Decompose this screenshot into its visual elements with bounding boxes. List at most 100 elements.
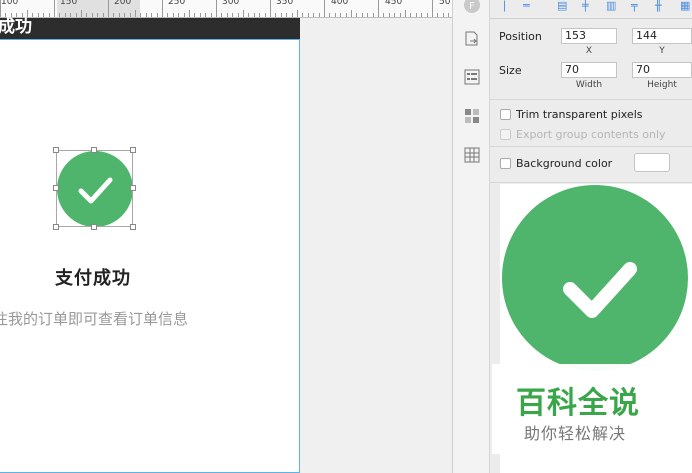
height-label: Height [647,80,677,90]
ruler-tick [346,13,347,17]
background-color-swatch[interactable] [634,153,670,172]
align-middle-icon[interactable]: ╫ [655,0,667,12]
ruler-tick [146,13,147,17]
resize-handle[interactable] [91,147,97,153]
ruler-tick [427,13,428,17]
alignment-toolbar: ❘ ═ ▤ ╪ ▥ ╤ ╫ ▦ [490,0,692,19]
align-bottom-icon[interactable]: ▦ [680,0,692,12]
ruler-tick [383,13,384,17]
ruler-label: 400 [331,0,349,7]
svg-text:F: F [469,1,475,12]
layers-icon[interactable] [464,108,480,124]
ruler-tick [103,13,104,17]
ruler-tick [54,0,55,17]
ruler-tick [130,13,131,17]
preview-check-icon [502,185,688,371]
ruler-tick [308,13,309,17]
ruler-tick [286,13,287,17]
ruler-tick [416,13,417,17]
horizontal-ruler[interactable]: 100 150 200 250 300 350 400 450 50 [0,0,452,18]
ruler-tick [259,13,260,17]
x-label: X [585,46,593,56]
resize-handle[interactable] [130,147,136,153]
ruler-tick [38,13,39,17]
ruler-tick [340,13,341,17]
ruler-tick [194,13,195,17]
watermark-title: 百科全说 [516,386,640,421]
size-label: Size [499,64,522,77]
ruler-tick [221,13,222,17]
resize-handle[interactable] [130,185,136,191]
ruler-label: 450 [385,0,403,7]
ruler-tick [367,13,368,17]
ruler-tick [189,10,190,17]
ruler-tick [173,13,174,17]
ruler-tick [243,10,244,17]
ruler-label: 200 [114,0,132,7]
ruler-tick [405,10,406,17]
export-group-checkbox[interactable] [500,129,511,140]
ruler-tick [227,13,228,17]
ruler-tick [265,13,266,17]
ruler-tick [400,13,401,17]
position-label: Position [499,30,542,43]
background-color-checkbox[interactable] [500,158,511,169]
ruler-tick [362,13,363,17]
artboard-title: 成功 [0,17,32,37]
trim-transparent-checkbox[interactable] [500,109,511,120]
divider [490,146,692,147]
ruler-tick [302,13,303,17]
ruler-tick [178,13,179,17]
ruler-tick [432,0,433,17]
y-label: Y [659,46,665,56]
height-input[interactable]: 70 [632,62,692,78]
ruler-tick [216,0,217,17]
grid-icon[interactable] [464,147,480,163]
align-center-icon[interactable]: ═ [523,0,535,12]
ruler-tick [356,13,357,17]
ruler-tick [43,13,44,17]
distribute-right-icon[interactable]: ▥ [606,0,618,12]
align-left-icon[interactable]: ❘ [500,0,512,12]
divider [490,182,692,183]
artboard-title-bar: 成功 [0,17,300,39]
ruler-tick [119,13,120,17]
ruler-label: 100 [1,0,19,7]
style-icon[interactable] [464,69,480,85]
resize-handle[interactable] [53,147,59,153]
position-x-input[interactable]: 153 [561,28,617,44]
position-y-input[interactable]: 144 [632,28,692,44]
artboard[interactable]: 支付成功 往我的订单即可查看订单信息 [0,39,300,473]
ruler-tick [248,13,249,17]
ruler-tick [157,13,158,17]
ruler-tick [275,13,276,17]
resize-handle[interactable] [130,224,136,230]
selected-check-layer[interactable] [53,147,136,230]
resize-handle[interactable] [91,224,97,230]
ruler-tick [437,13,438,17]
ruler-tick [378,0,379,17]
resize-handle[interactable] [53,224,59,230]
ruler-tick [65,13,66,17]
ruler-tick [135,10,136,17]
ruler-tick [151,13,152,17]
distribute-left-icon[interactable]: ▤ [557,0,569,12]
ruler-label: 50 [439,0,451,7]
ruler-tick [448,13,449,17]
ruler-tick [162,0,163,17]
selection-box [56,150,133,227]
align-top-icon[interactable]: ╤ [631,0,643,12]
ruler-label: 250 [168,0,186,7]
ruler-tick [211,13,212,17]
ruler-tick [108,0,109,17]
resize-handle[interactable] [53,185,59,191]
export-icon[interactable] [464,31,480,47]
design-canvas[interactable]: 成功 支付成功 往我的订单即可查看订单信息 [0,17,452,473]
success-title: 支付成功 [55,268,131,289]
ruler-tick [238,13,239,17]
distribute-center-icon[interactable]: ╪ [582,0,594,12]
width-input[interactable]: 70 [561,62,617,78]
ruler-tick [232,13,233,17]
ruler-tick [76,13,77,17]
ruler-tick [281,13,282,17]
